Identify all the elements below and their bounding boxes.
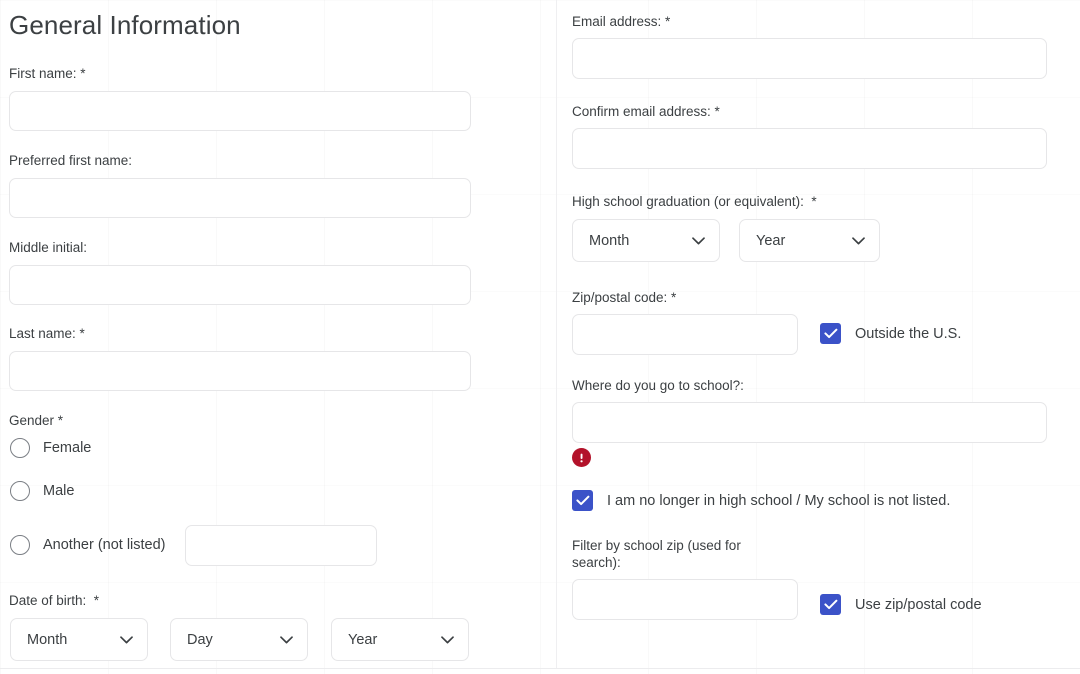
radio-circle-another-icon[interactable] (10, 535, 30, 555)
dob-day-select[interactable]: Day (170, 618, 308, 661)
check-icon[interactable] (572, 490, 593, 511)
checkbox-outside-us[interactable]: Outside the U.S. (820, 323, 961, 344)
zip-postal-code-label: Zip/postal code: * (572, 289, 798, 306)
dob-month-select[interactable]: Month (10, 618, 148, 661)
confirm-email-address-label: Confirm email address: * (572, 103, 1047, 120)
check-icon[interactable] (820, 323, 841, 344)
hs-graduation-year-select[interactable]: Year (739, 219, 880, 262)
school-input[interactable] (572, 402, 1047, 443)
first-name-input[interactable] (9, 91, 471, 131)
field-date-of-birth: Date of birth: * (9, 592, 99, 609)
gender-group-label-wrap: Gender * (9, 412, 63, 429)
radio-label-another: Another (not listed) (43, 537, 166, 553)
hs-graduation-year-value: Year (756, 233, 785, 249)
middle-initial-label: Middle initial: (9, 239, 471, 256)
preferred-first-name-label: Preferred first name: (9, 152, 471, 169)
last-name-label: Last name: * (9, 325, 471, 342)
email-address-input[interactable] (572, 38, 1047, 79)
checkbox-label-use-zip-postal-code: Use zip/postal code (855, 597, 982, 613)
field-email-address: Email address: * (572, 13, 1047, 79)
checkbox-label-school-not-listed: I am no longer in high school / My schoo… (607, 493, 950, 509)
zip-postal-code-input[interactable] (572, 314, 798, 355)
field-last-name: Last name: * (9, 325, 471, 391)
field-school: Where do you go to school?: (572, 377, 1047, 443)
dob-day-value: Day (187, 632, 213, 648)
radio-circle-male-icon[interactable] (10, 481, 30, 501)
field-zip-postal-code: Zip/postal code: * (572, 289, 798, 355)
dob-year-value: Year (348, 632, 377, 648)
page-title: General Information (9, 0, 556, 42)
field-confirm-email-address: Confirm email address: * (572, 103, 1047, 169)
middle-initial-input[interactable] (9, 265, 471, 305)
general-information-form: General Information First name: * Prefer… (0, 0, 1080, 674)
hs-graduation-month-select[interactable]: Month (572, 219, 720, 262)
checkbox-use-zip-postal-code[interactable]: Use zip/postal code (820, 594, 982, 615)
field-first-name: First name: * (9, 65, 471, 131)
dob-year-select[interactable]: Year (331, 618, 469, 661)
radio-gender-male[interactable]: Male (10, 481, 74, 501)
radio-label-male: Male (43, 483, 74, 499)
chevron-down-icon (692, 237, 705, 245)
radio-gender-female[interactable]: Female (10, 438, 91, 458)
radio-circle-female-icon[interactable] (10, 438, 30, 458)
hs-graduation-month-value: Month (589, 233, 629, 249)
field-preferred-first-name: Preferred first name: (9, 152, 471, 218)
field-middle-initial: Middle initial: (9, 239, 471, 305)
preferred-first-name-input[interactable] (9, 178, 471, 218)
field-gender-other (185, 525, 377, 566)
school-label: Where do you go to school?: (572, 377, 1047, 394)
chevron-down-icon (852, 237, 865, 245)
chevron-down-icon (441, 636, 454, 644)
dob-month-value: Month (27, 632, 67, 648)
gender-label: Gender * (9, 412, 63, 429)
radio-gender-another[interactable]: Another (not listed) (10, 535, 166, 555)
school-zip-filter-input[interactable] (572, 579, 798, 620)
field-school-zip-filter: Filter by school zip (used for search): (572, 537, 798, 620)
checkbox-label-outside-us: Outside the U.S. (855, 326, 961, 342)
radio-label-female: Female (43, 440, 91, 456)
date-of-birth-label: Date of birth: * (9, 592, 99, 609)
gender-other-input[interactable] (185, 525, 377, 566)
last-name-input[interactable] (9, 351, 471, 391)
confirm-email-address-input[interactable] (572, 128, 1047, 169)
chevron-down-icon (280, 636, 293, 644)
error-icon (572, 448, 591, 467)
hs-graduation-label: High school graduation (or equivalent): … (572, 193, 817, 210)
checkbox-school-not-listed[interactable]: I am no longer in high school / My schoo… (572, 490, 950, 511)
field-hs-graduation: High school graduation (or equivalent): … (572, 193, 817, 210)
column-divider (556, 0, 557, 668)
first-name-label: First name: * (9, 65, 471, 82)
email-address-label: Email address: * (572, 13, 1047, 30)
school-zip-filter-label: Filter by school zip (used for search): (572, 537, 772, 571)
chevron-down-icon (120, 636, 133, 644)
left-column: General Information First name: * Prefer… (0, 0, 556, 42)
check-icon[interactable] (820, 594, 841, 615)
bottom-divider (0, 668, 1080, 669)
